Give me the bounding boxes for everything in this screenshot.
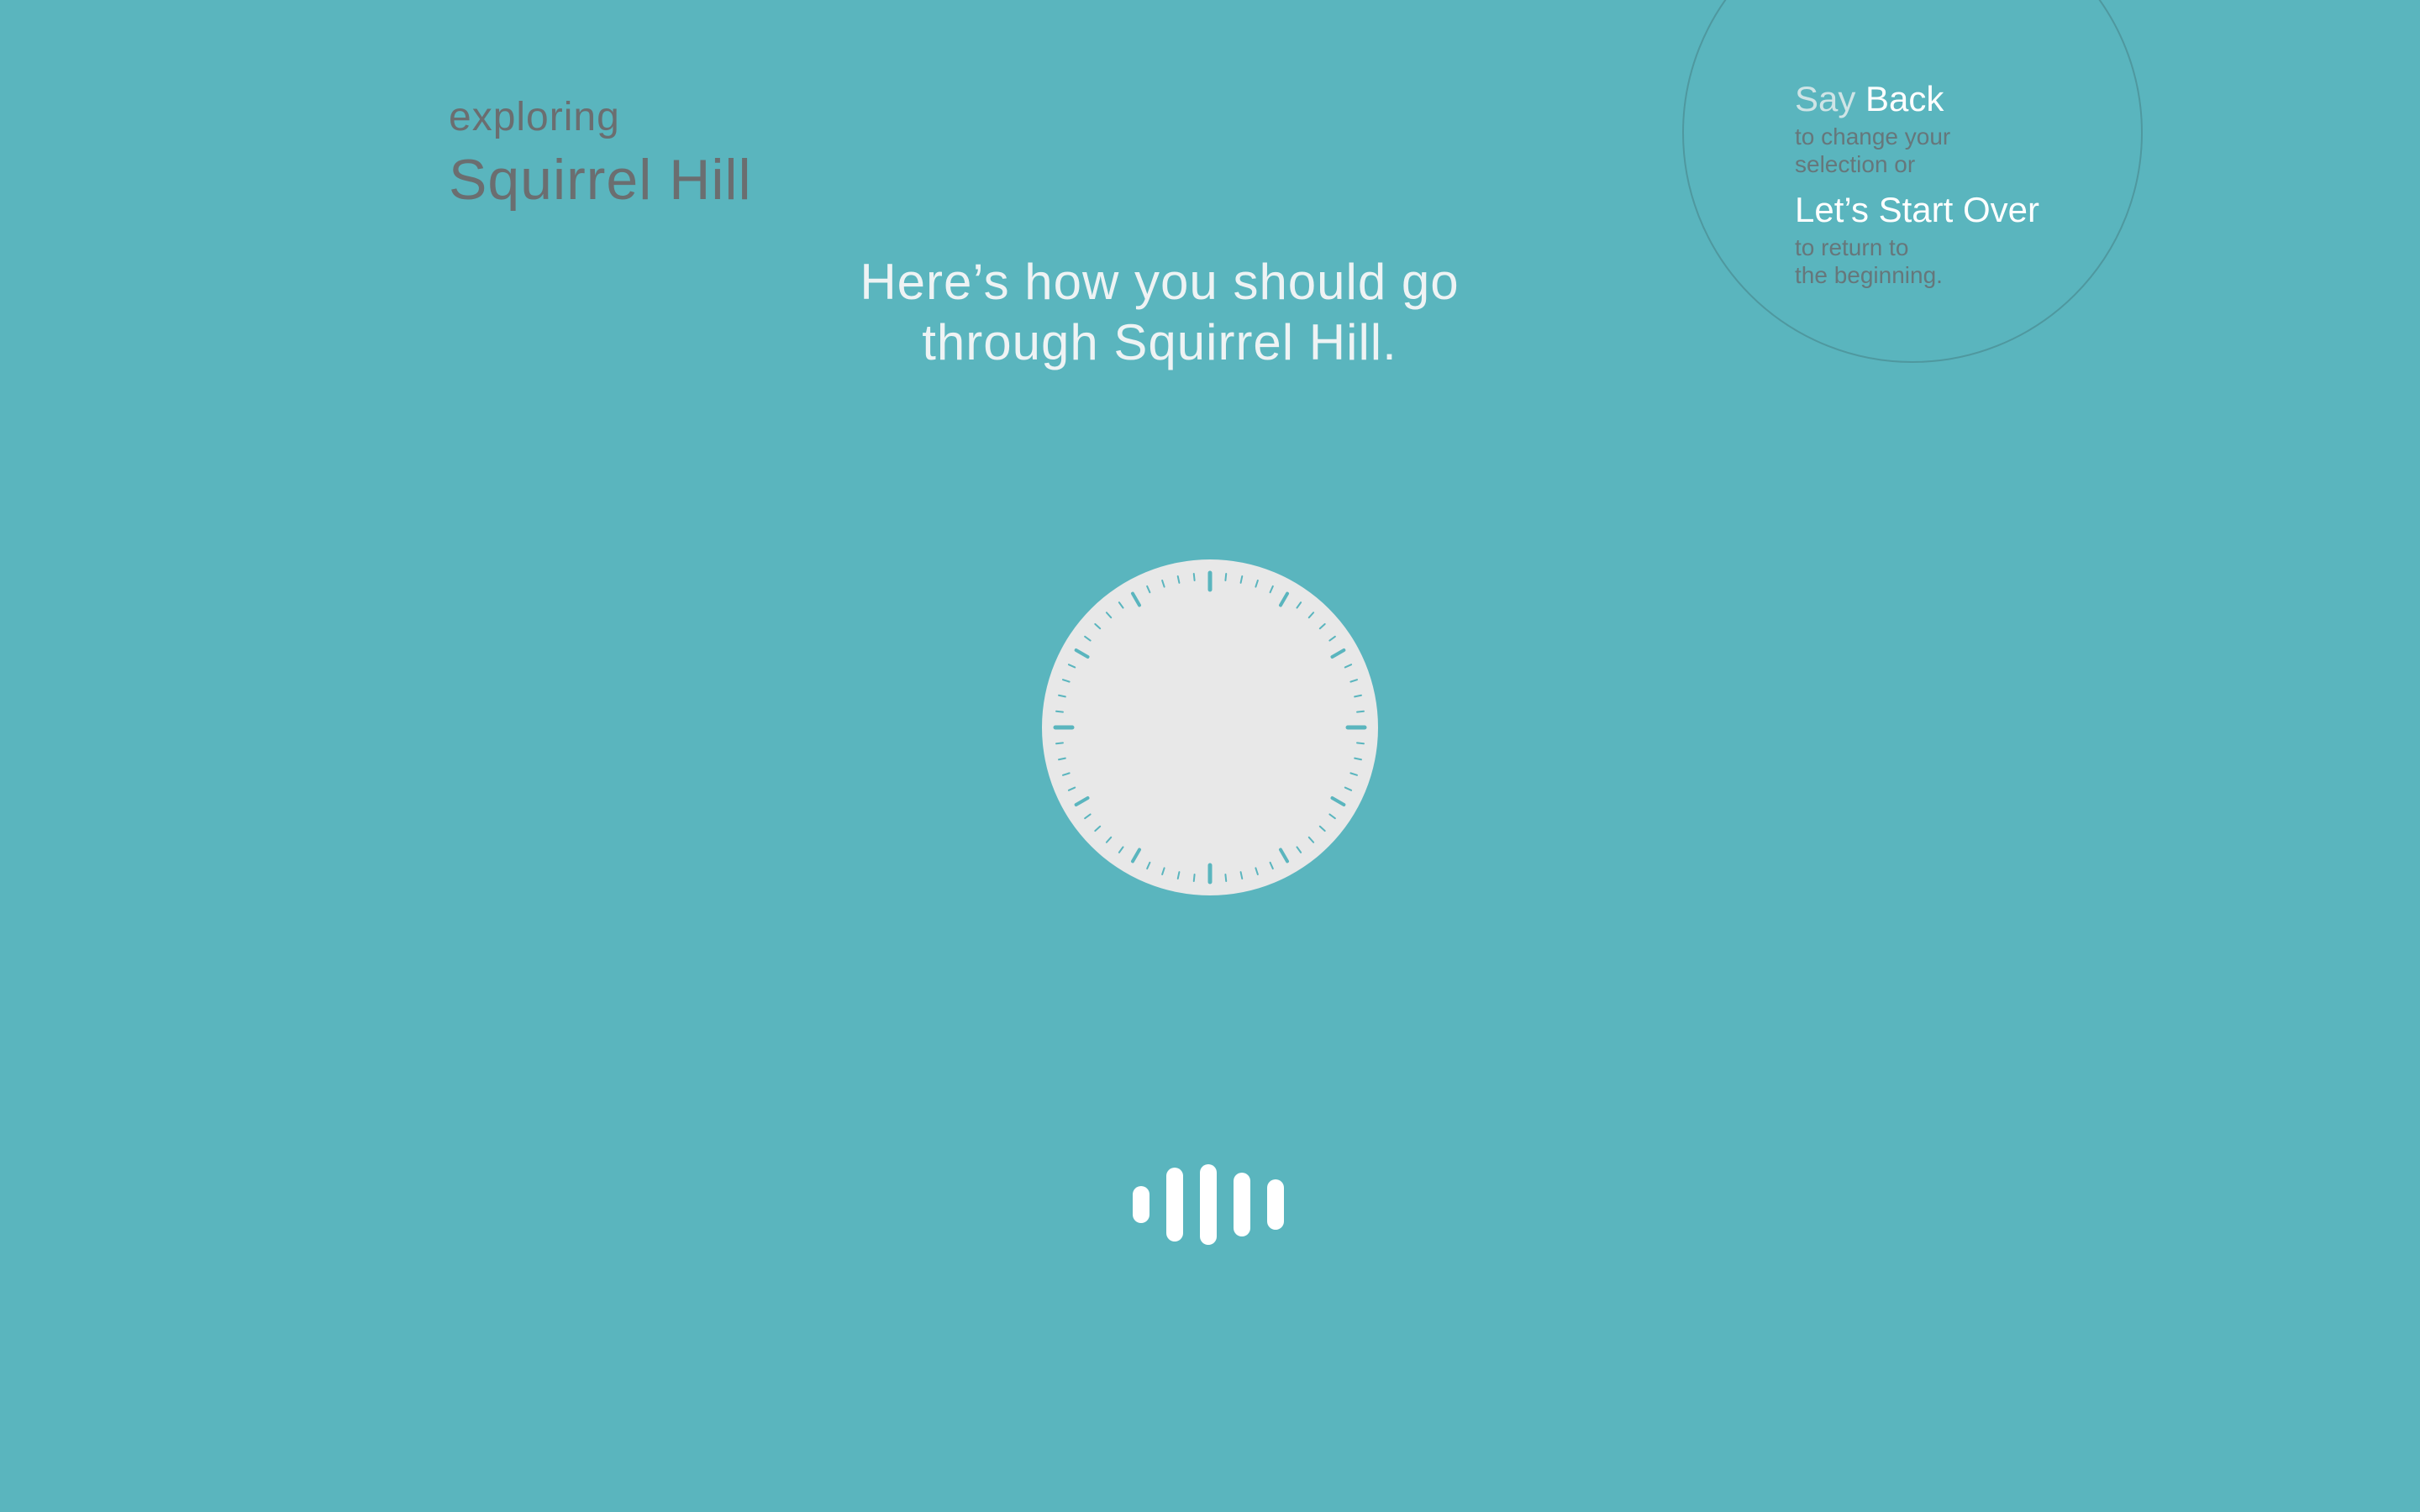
start-over-description-2: the beginning. [1795, 262, 1943, 288]
back-command[interactable]: Back [1865, 79, 1944, 118]
location-title: Squirrel Hill [449, 148, 752, 212]
dial-face [1042, 559, 1378, 895]
page-prompt: Here’s how you should go through Squirre… [739, 252, 1580, 373]
dial-tick [1224, 874, 1228, 882]
location-header: exploring Squirrel Hill [449, 91, 752, 215]
voice-bar [1200, 1164, 1217, 1245]
voice-bar [1234, 1173, 1250, 1236]
back-description-1: to change your [1795, 123, 1951, 150]
dial-tick [1192, 874, 1196, 882]
say-label: Say [1795, 79, 1856, 118]
location-kicker: exploring [449, 95, 620, 139]
dial-tick [1224, 573, 1228, 581]
voice-bar [1267, 1179, 1284, 1230]
voice-bar [1133, 1186, 1150, 1223]
back-command-line: Say Back [1795, 76, 2114, 123]
back-description-2: selection or [1795, 151, 1916, 177]
prompt-line-2: through Squirrel Hill. [922, 314, 1397, 370]
dial-tick [1055, 710, 1064, 713]
prompt-line-1: Here’s how you should go [860, 254, 1460, 310]
voice-waveform-icon[interactable] [1133, 1164, 1287, 1245]
dial-tick [1192, 573, 1196, 581]
voice-command-hint: Say Back to change your selection or Let… [1795, 76, 2114, 289]
dial-tick [1356, 710, 1365, 713]
start-over-description-1: to return to [1795, 234, 1909, 260]
start-over-command[interactable]: Let’s Start Over [1795, 190, 2039, 229]
voice-bar [1166, 1168, 1183, 1242]
dial-graphic [1042, 559, 1378, 895]
clock-dial-icon [1042, 559, 1378, 895]
